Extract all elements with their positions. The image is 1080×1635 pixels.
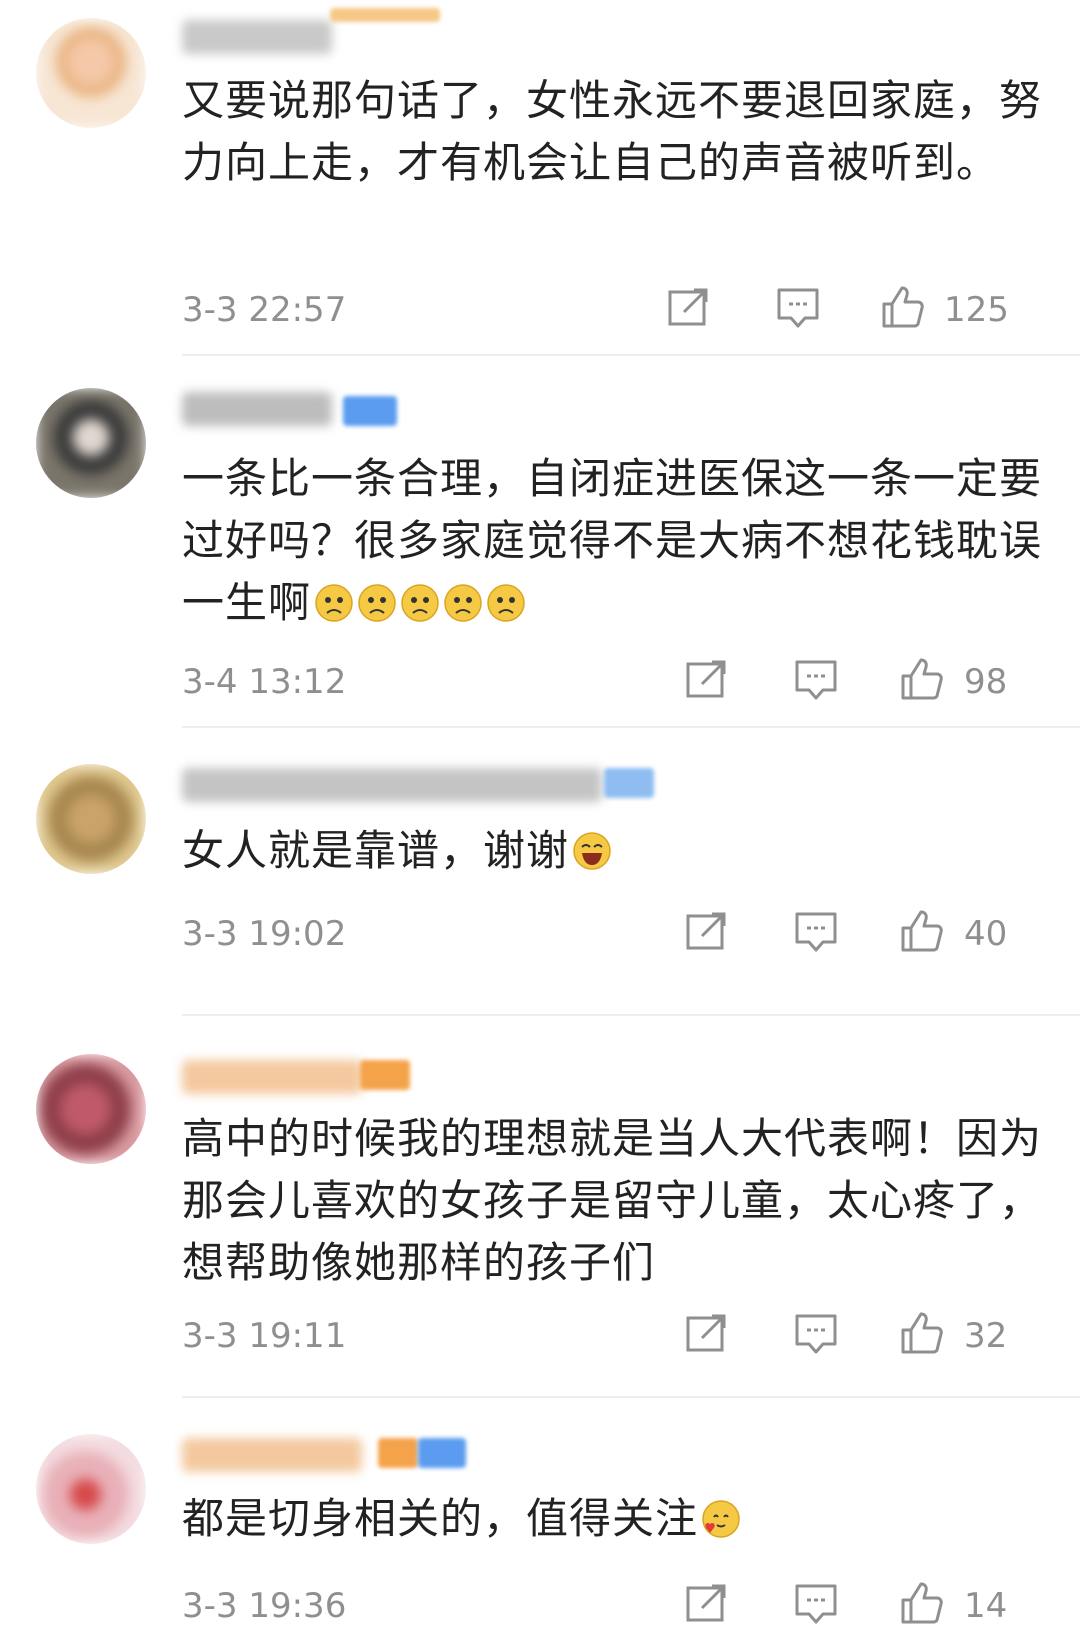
- comment-text: 都是切身相关的，值得关注: [182, 1488, 1042, 1550]
- avatar[interactable]: [36, 1434, 146, 1544]
- divider: [182, 1396, 1080, 1398]
- comment-item: 女人就是靠谱，谢谢 3-3 19:02 40: [0, 750, 1080, 1016]
- sad-face-emoji: [315, 584, 353, 622]
- comment-meta: 3-3 19:02 40: [182, 908, 1042, 958]
- avatar[interactable]: [36, 764, 146, 874]
- sad-face-emoji: [401, 584, 439, 622]
- laughing-face-emoji: [573, 832, 611, 870]
- share-icon[interactable]: [666, 284, 712, 330]
- username-blurred[interactable]: [182, 768, 602, 802]
- comment-time: 3-3 19:36: [182, 1586, 347, 1626]
- divider: [182, 1014, 1080, 1016]
- thumb-up-icon[interactable]: [899, 1580, 945, 1626]
- comment-time: 3-3 22:57: [182, 290, 347, 330]
- comment-text: 一条比一条合理，自闭症进医保这一条一定要过好吗？很多家庭觉得不是大病不想花钱耽误…: [182, 454, 1043, 627]
- share-icon[interactable]: [684, 1310, 730, 1356]
- username-blurred[interactable]: [182, 20, 332, 54]
- comment-icon[interactable]: [775, 284, 821, 330]
- avatar[interactable]: [36, 18, 146, 128]
- comment-icon[interactable]: [793, 656, 839, 702]
- badge-blurred: [378, 1438, 418, 1468]
- comment-time: 3-3 19:02: [182, 914, 347, 954]
- heart-face-emoji: [702, 1500, 740, 1538]
- badge-blurred: [418, 1438, 466, 1468]
- like-count: 125: [944, 290, 1009, 330]
- like-count: 98: [964, 662, 1008, 702]
- sad-face-emoji: [487, 584, 525, 622]
- comment-icon[interactable]: [793, 1310, 839, 1356]
- comment-meta: 3-3 19:11 32: [182, 1310, 1042, 1360]
- comment-meta: 3-3 19:36 14: [182, 1580, 1042, 1630]
- thumb-up-icon[interactable]: [899, 656, 945, 702]
- emoji-group: [311, 578, 526, 627]
- comment-item: 高中的时候我的理想就是当人大代表啊！因为那会儿喜欢的女孩子是留守儿童，太心疼了，…: [0, 1040, 1080, 1420]
- badge-blurred: [330, 8, 440, 22]
- divider: [182, 726, 1080, 728]
- thumb-up-icon[interactable]: [880, 284, 926, 330]
- share-icon[interactable]: [684, 1580, 730, 1626]
- thumb-up-icon[interactable]: [899, 908, 945, 954]
- like-count: 32: [964, 1316, 1008, 1356]
- divider: [182, 354, 1080, 356]
- comment-item: 都是切身相关的，值得关注 3-3 19:36 14: [0, 1420, 1080, 1635]
- thumb-up-icon[interactable]: [899, 1310, 945, 1356]
- comment-meta: 3-4 13:12 98: [182, 656, 1042, 706]
- comment-icon[interactable]: [793, 1580, 839, 1626]
- username-blurred[interactable]: [182, 392, 332, 426]
- comment-meta: 3-3 22:57 125: [182, 284, 1042, 334]
- like-count: 40: [964, 914, 1008, 954]
- comment-icon[interactable]: [793, 908, 839, 954]
- badge-blurred: [343, 396, 397, 426]
- comment-text: 高中的时候我的理想就是当人大代表啊！因为那会儿喜欢的女孩子是留守儿童，太心疼了，…: [182, 1114, 1043, 1287]
- comment-time: 3-3 19:11: [182, 1316, 347, 1356]
- share-icon[interactable]: [684, 908, 730, 954]
- comment-item: 又要说那句话了，女性永远不要退回家庭，努力向上走，才有机会让自己的声音被听到。 …: [0, 0, 1080, 360]
- comment-item: 一条比一条合理，自闭症进医保这一条一定要过好吗？很多家庭觉得不是大病不想花钱耽误…: [0, 370, 1080, 730]
- sad-face-emoji: [358, 584, 396, 622]
- comment-text: 女人就是靠谱，谢谢: [182, 820, 1042, 882]
- username-blurred[interactable]: [182, 1438, 362, 1472]
- like-count: 14: [964, 1586, 1008, 1626]
- avatar[interactable]: [36, 388, 146, 498]
- avatar[interactable]: [36, 1054, 146, 1164]
- share-icon[interactable]: [684, 656, 730, 702]
- comment-time: 3-4 13:12: [182, 662, 347, 702]
- sad-face-emoji: [444, 584, 482, 622]
- username-blurred[interactable]: [182, 1060, 362, 1094]
- badge-blurred: [604, 768, 654, 798]
- badge-blurred: [360, 1060, 410, 1090]
- comment-text: 又要说那句话了，女性永远不要退回家庭，努力向上走，才有机会让自己的声音被听到。: [182, 76, 1043, 187]
